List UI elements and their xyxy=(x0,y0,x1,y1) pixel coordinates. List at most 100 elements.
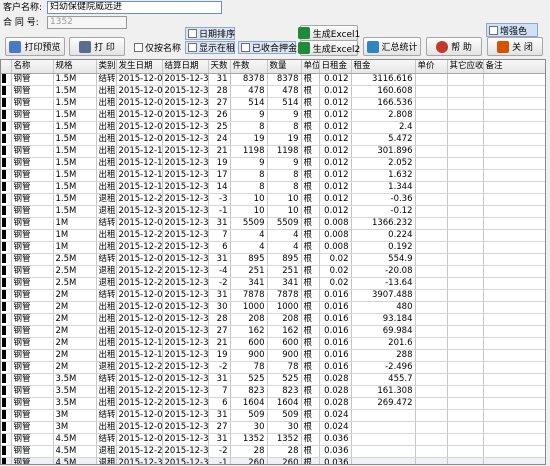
table-row[interactable]: 钢管1.5M出租2015-12-152015-12-311788根0.0121.… xyxy=(1,169,545,182)
table-cell xyxy=(447,253,484,266)
table-row[interactable]: 钢管1.5M出租2015-12-082015-12-31241919根0.012… xyxy=(1,133,545,146)
row-selector[interactable] xyxy=(1,325,12,338)
column-header[interactable]: 备注 xyxy=(483,60,545,74)
row-selector[interactable] xyxy=(1,253,12,266)
table-row[interactable]: 钢管1M出租2015-12-262015-12-31644根0.0080.192 xyxy=(1,241,545,254)
table-row[interactable]: 钢管1.5M出租2015-12-132015-12-311999根0.0122.… xyxy=(1,157,545,170)
table-row[interactable]: 钢管2M出租2015-12-132015-12-3119900900根0.016… xyxy=(1,349,545,362)
row-selector[interactable] xyxy=(1,181,12,194)
column-header[interactable]: 其它应收 xyxy=(447,60,484,74)
table-row[interactable]: 钢管1.5M出租2015-12-052015-12-3127514514根0.0… xyxy=(1,97,545,110)
summary-button[interactable]: 汇总统计 xyxy=(363,37,421,56)
header-row: 名称 规格 类别 发生日期 结算日期 天数 件数 数量 单位 日租金 租金 单价 其它应收 备注 xyxy=(1,60,545,74)
row-selector[interactable] xyxy=(1,109,12,122)
table-row[interactable]: 钢管4.5M退租2015-12-302015-12-31-1260260根0.0… xyxy=(1,457,545,464)
table-cell: 2015-12-31 xyxy=(162,325,209,338)
row-selector[interactable] xyxy=(1,133,12,146)
row-selector[interactable] xyxy=(1,229,12,242)
table-row[interactable]: 钢管1.5M出租2015-12-042015-12-3128478478根0.0… xyxy=(1,85,545,98)
row-selector[interactable] xyxy=(1,349,12,362)
table-row[interactable]: 钢管3.5M出租2015-12-262015-12-31616041604根0.… xyxy=(1,397,545,410)
row-selector[interactable] xyxy=(1,169,12,182)
row-selector[interactable] xyxy=(1,121,12,134)
row-selector[interactable] xyxy=(1,145,12,158)
column-header[interactable]: 结算日期 xyxy=(162,60,209,74)
table-row[interactable]: 钢管1.5M出租2015-12-182015-12-311488根0.0121.… xyxy=(1,181,545,194)
row-selector[interactable] xyxy=(1,385,12,398)
row-selector[interactable] xyxy=(1,397,12,410)
table-row[interactable]: 钢管2.5M结转2015-12-012015-12-3131895895根0.0… xyxy=(1,253,545,266)
row-selector[interactable] xyxy=(1,265,12,278)
table-row[interactable]: 钢管1M结转2015-12-012015-12-313155095509根0.0… xyxy=(1,217,545,230)
date-sort-checkbox[interactable]: 日期排序 xyxy=(185,27,235,40)
table-row[interactable]: 钢管2M出租2015-12-112015-12-3121600600根0.016… xyxy=(1,337,545,350)
row-selector[interactable] xyxy=(1,193,12,206)
table-cell: 78 xyxy=(267,361,302,374)
table-row[interactable]: 钢管2M退租2015-12-292015-12-31-27878根0.016-2… xyxy=(1,361,545,374)
table-row[interactable]: 钢管1.5M出租2015-12-072015-12-312588根0.0122.… xyxy=(1,121,545,134)
column-header[interactable]: 天数 xyxy=(208,60,231,74)
table-row[interactable]: 钢管3M出租2015-12-052015-12-31273030根0.024 xyxy=(1,421,545,434)
table-row[interactable]: 钢管2.5M退租2015-12-272015-12-31-4251251根0.0… xyxy=(1,265,545,278)
row-selector[interactable] xyxy=(1,217,12,230)
row-selector[interactable] xyxy=(1,409,12,422)
row-selector[interactable] xyxy=(1,361,12,374)
column-header[interactable]: 数量 xyxy=(267,60,302,74)
column-header[interactable]: 单位 xyxy=(301,60,320,74)
table-row[interactable]: 钢管1.5M出租2015-12-062015-12-312699根0.0122.… xyxy=(1,109,545,122)
table-row[interactable]: 钢管3.5M结转2015-12-012015-12-3131525525根0.0… xyxy=(1,373,545,386)
row-selector[interactable] xyxy=(1,337,12,350)
column-header[interactable]: 单价 xyxy=(415,60,448,74)
table-row[interactable]: 钢管4.5M结转2015-12-012015-12-313113521352根0… xyxy=(1,433,545,446)
contract-field[interactable]: 1352 xyxy=(47,16,127,29)
table-row[interactable]: 钢管3M结转2015-12-012015-12-3131509509根0.024 xyxy=(1,409,545,422)
print-button[interactable]: 打 印 xyxy=(69,37,125,56)
row-selector[interactable] xyxy=(1,445,12,458)
column-header[interactable]: 规格 xyxy=(53,60,97,74)
table-row[interactable]: 钢管2M出租2015-12-052015-12-3127162162根0.016… xyxy=(1,325,545,338)
column-header[interactable]: 租金 xyxy=(351,60,416,74)
only-name-checkbox[interactable]: 仅按名称 xyxy=(131,41,181,54)
table-row[interactable]: 钢管1.5M退租2015-12-302015-12-31-11010根0.012… xyxy=(1,205,545,218)
row-selector[interactable] xyxy=(1,289,12,302)
row-selector[interactable] xyxy=(1,373,12,386)
column-header[interactable]: 发生日期 xyxy=(116,60,163,74)
help-button[interactable]: 帮 助 xyxy=(426,37,482,56)
table-row[interactable]: 钢管2M出租2015-12-042015-12-3128208208根0.016… xyxy=(1,313,545,326)
table-row[interactable]: 钢管3.5M出租2015-12-252015-12-317823823根0.02… xyxy=(1,385,545,398)
column-header[interactable]: 类别 xyxy=(96,60,117,74)
close-button[interactable]: 关 闭 xyxy=(487,37,543,56)
table-row[interactable]: 钢管2M出租2015-12-022015-12-313010001000根0.0… xyxy=(1,301,545,314)
row-selector[interactable] xyxy=(1,277,12,290)
column-header[interactable]: 件数 xyxy=(230,60,268,74)
gen-excel2-button[interactable]: 生成Excel2 xyxy=(297,40,360,56)
table-row[interactable]: 钢管2.5M退租2015-12-292015-12-31-2341341根0.0… xyxy=(1,277,545,290)
table-row[interactable]: 钢管2M结转2015-12-012015-12-313178787878根0.0… xyxy=(1,289,545,302)
row-selector[interactable] xyxy=(1,157,12,170)
row-selector[interactable] xyxy=(1,313,12,326)
row-selector[interactable] xyxy=(1,457,12,464)
table-row[interactable]: 钢管1.5M退租2015-12-282015-12-31-31010根0.012… xyxy=(1,193,545,206)
show-in-lease-checkbox[interactable]: 显示在租 xyxy=(185,41,235,54)
row-selector[interactable] xyxy=(1,301,12,314)
gen-excel1-button[interactable]: 生成Excel1 xyxy=(297,25,360,41)
row-selector[interactable] xyxy=(1,205,12,218)
customer-field[interactable]: 妇幼保健院威远进 xyxy=(47,1,222,14)
column-header[interactable]: 名称 xyxy=(11,60,54,74)
table-row[interactable]: 钢管4.5M退租2015-12-292015-12-31-22828根0.036 xyxy=(1,445,545,458)
row-selector[interactable] xyxy=(1,97,12,110)
row-selector[interactable] xyxy=(1,241,12,254)
table-row[interactable]: 钢管1.5M结转2015-12-012015-12-313183788378根0… xyxy=(1,73,545,86)
table-cell: 1352 xyxy=(267,433,302,446)
row-selector[interactable] xyxy=(1,433,12,446)
row-selector[interactable] xyxy=(1,85,12,98)
row-selector[interactable] xyxy=(1,73,12,86)
deposit-checkbox[interactable]: 已收合押金 xyxy=(238,41,297,54)
enhance-color-checkbox[interactable]: 增强色 xyxy=(486,23,538,37)
table-row[interactable]: 钢管1M出租2015-12-252015-12-31744根0.0080.224 xyxy=(1,229,545,242)
data-grid[interactable]: 名称 规格 类别 发生日期 结算日期 天数 件数 数量 单位 日租金 租金 单价 其它应收 备注 钢管 1.… xyxy=(0,59,546,465)
row-selector[interactable] xyxy=(1,421,12,434)
print-preview-button[interactable]: 打印预览 xyxy=(5,37,65,56)
table-row[interactable]: 钢管1.5M出租2015-12-112015-12-312111981198根0… xyxy=(1,145,545,158)
column-header[interactable]: 日租金 xyxy=(319,60,352,74)
